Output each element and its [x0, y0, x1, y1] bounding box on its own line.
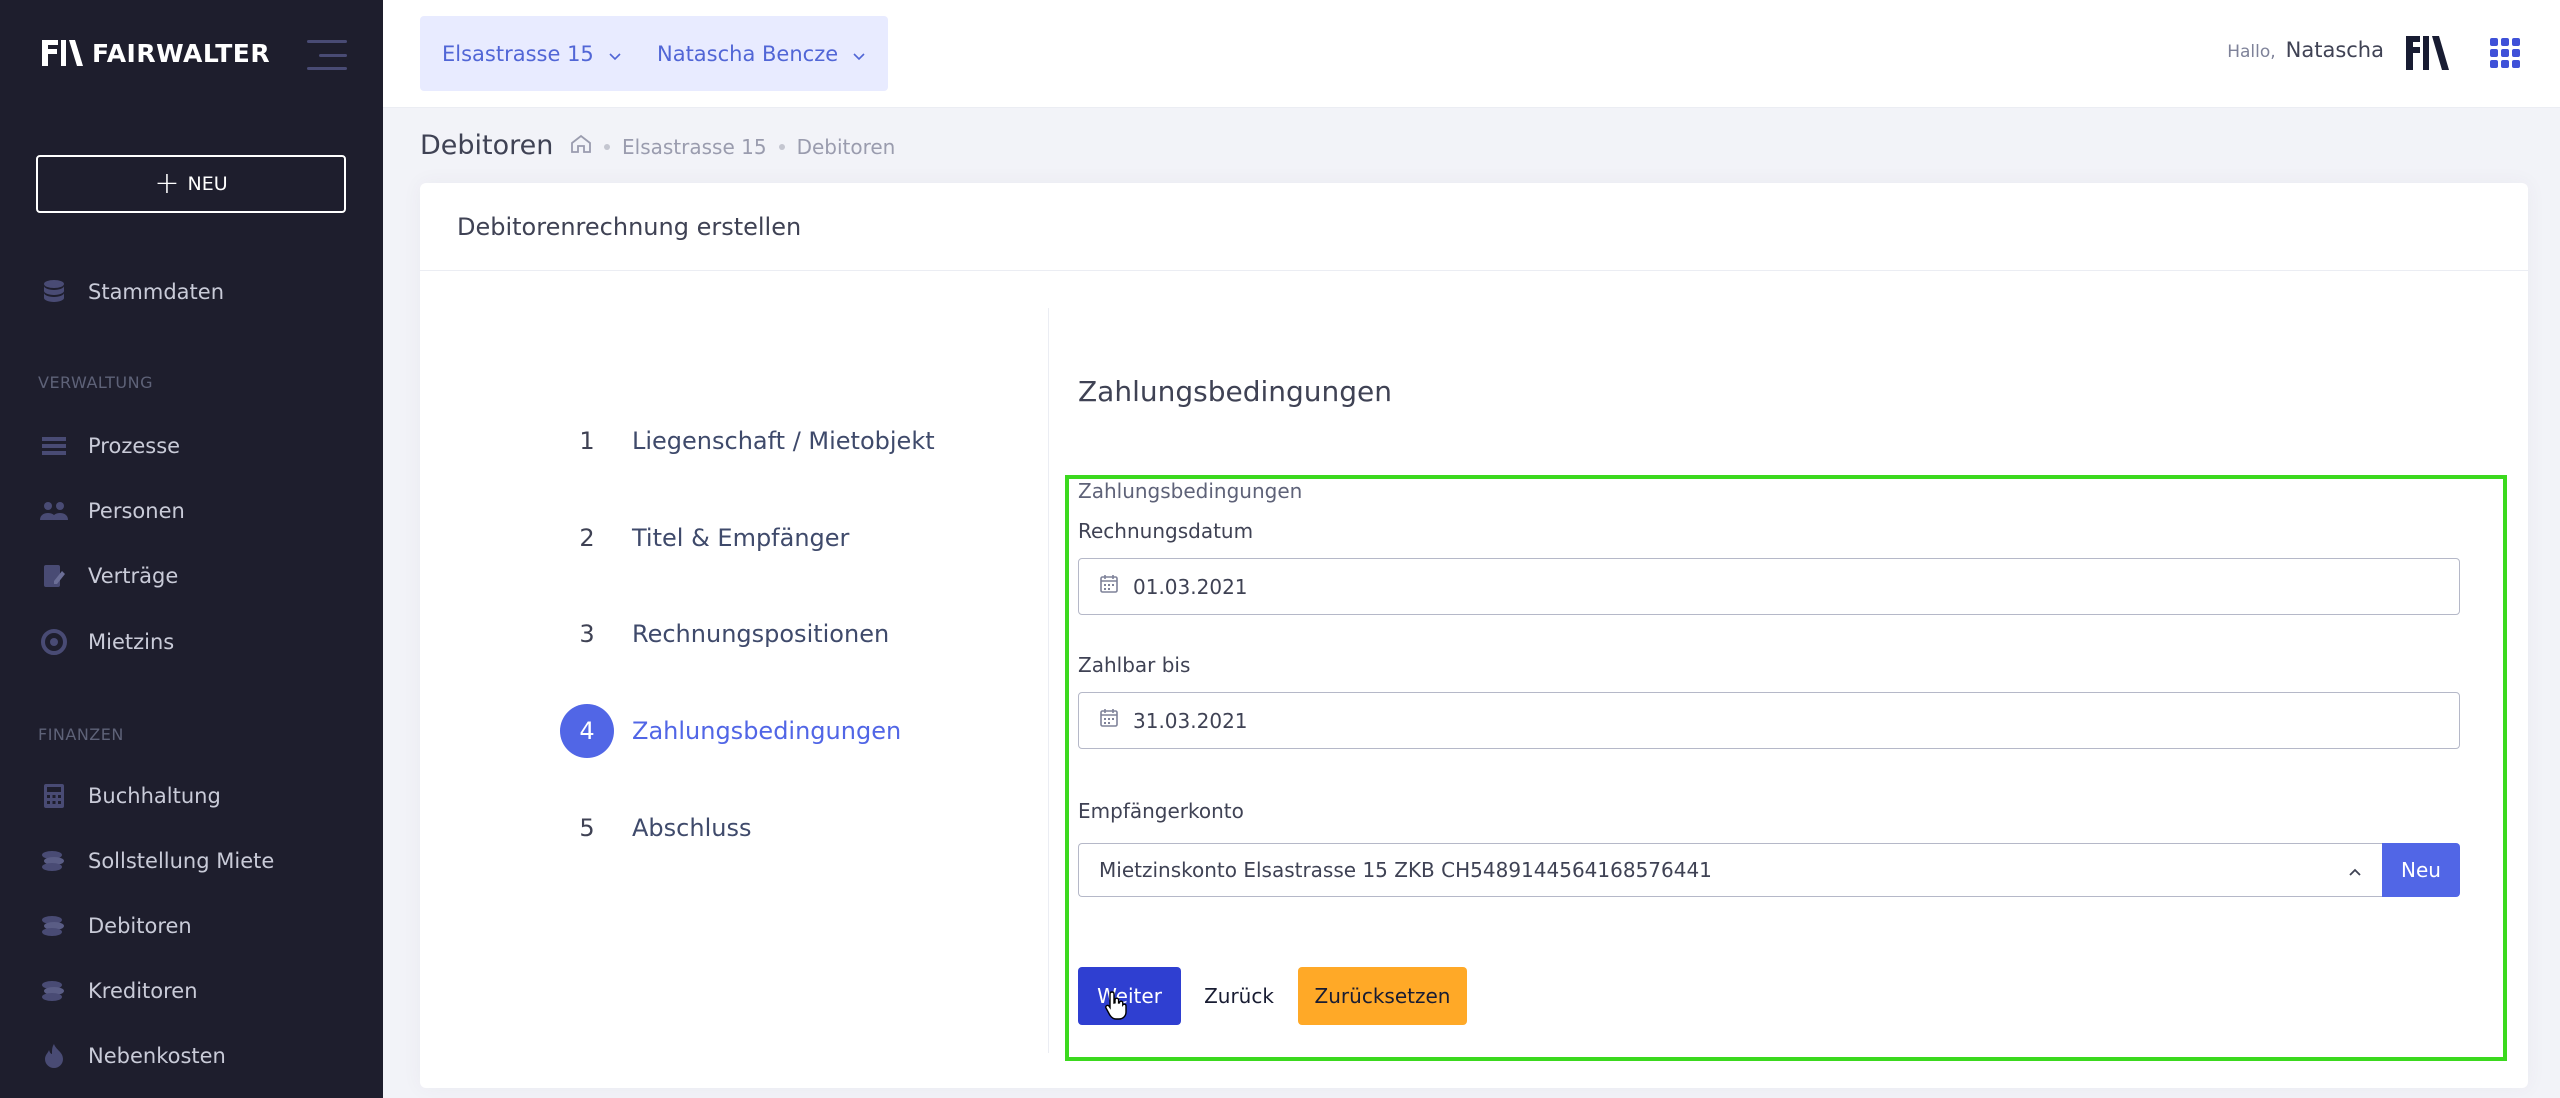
user-select-value: Natascha Bencze	[657, 41, 839, 66]
step-label: Zahlungsbedingungen	[632, 717, 902, 745]
coins-icon	[40, 912, 68, 940]
breadcrumb-separator	[604, 143, 610, 150]
sidebar-item-nebenkosten[interactable]: Nebenkosten	[40, 1042, 226, 1070]
sidebar: FAIRWALTER + NEU Stammdaten VERWALTUNG P…	[0, 0, 383, 1098]
new-button-label: NEU	[187, 173, 228, 195]
people-icon	[40, 497, 68, 525]
hand-cursor-icon	[1104, 990, 1128, 1020]
breadcrumb-item[interactable]: Debitoren	[797, 135, 896, 159]
greeting-text: Hallo,	[2227, 42, 2276, 62]
step-label: Rechnungspositionen	[632, 620, 890, 648]
sidebar-item-label: Buchhaltung	[88, 784, 221, 808]
sidebar-item-buchhaltung[interactable]: Buchhaltung	[40, 782, 221, 810]
sidebar-item-label: Prozesse	[88, 434, 181, 458]
breadcrumb-item[interactable]: Elsastrasse 15	[622, 135, 767, 159]
brand-logo[interactable]: FAIRWALTER	[40, 38, 270, 68]
sidebar-item-mietzins[interactable]: Mietzins	[40, 628, 174, 656]
step-number: 3	[579, 620, 595, 648]
sidebar-item-label: Personen	[88, 499, 185, 523]
step-number: 5	[579, 814, 595, 842]
coins-icon	[40, 977, 68, 1005]
breadcrumb: Elsastrasse 15 Debitoren	[570, 134, 895, 159]
topbar: Elsastrasse 15 Natascha Bencze Hallo, Na…	[383, 0, 2560, 108]
coins-icon	[40, 847, 68, 875]
brand-name: FAIRWALTER	[92, 38, 271, 68]
database-icon	[40, 278, 68, 306]
user-greeting[interactable]: Hallo, Natascha	[2227, 38, 2384, 62]
step-2[interactable]: 2 Titel & Empfänger	[560, 511, 849, 565]
step-5[interactable]: 5 Abschluss	[560, 801, 751, 855]
menu-toggle-icon[interactable]	[307, 40, 347, 70]
plus-icon: +	[154, 166, 180, 201]
step-4-active[interactable]: 4 Zahlungsbedingungen	[560, 704, 901, 758]
step-number: 2	[579, 524, 595, 552]
property-select-value: Elsastrasse 15	[442, 41, 594, 66]
sidebar-item-label: Stammdaten	[88, 280, 225, 304]
sidebar-item-vertraege[interactable]: Verträge	[40, 562, 178, 590]
section-verwaltung: VERWALTUNG	[38, 373, 153, 392]
card-title: Debitorenrechnung erstellen	[420, 183, 2528, 271]
steps-divider	[1048, 308, 1049, 1053]
section-title: Zahlungsbedingungen	[1078, 375, 1393, 408]
step-label: Liegenschaft / Mietobjekt	[632, 427, 935, 455]
user-name: Natascha	[2285, 38, 2384, 62]
rent-icon	[40, 628, 68, 656]
sidebar-item-personen[interactable]: Personen	[40, 497, 185, 525]
process-icon	[40, 432, 68, 460]
property-select[interactable]: Elsastrasse 15	[420, 16, 644, 91]
fairwalter-logo-icon	[40, 38, 84, 68]
step-label: Titel & Empfänger	[632, 524, 850, 552]
sidebar-item-label: Kreditoren	[88, 979, 198, 1003]
chevron-down-icon	[852, 42, 866, 66]
home-icon[interactable]	[570, 134, 592, 159]
step-number: 4	[560, 704, 614, 758]
highlight-frame	[1065, 475, 2507, 1061]
step-label: Abschluss	[632, 814, 752, 842]
step-1[interactable]: 1 Liegenschaft / Mietobjekt	[560, 414, 935, 468]
contract-icon	[40, 562, 68, 590]
sidebar-item-kreditoren[interactable]: Kreditoren	[40, 977, 198, 1005]
sidebar-item-label: Debitoren	[88, 914, 192, 938]
sidebar-item-label: Nebenkosten	[88, 1044, 226, 1068]
breadcrumb-separator	[778, 143, 785, 150]
apps-grid-icon[interactable]	[2490, 38, 2520, 68]
sidebar-item-debitoren[interactable]: Debitoren	[40, 912, 192, 940]
sidebar-item-label: Verträge	[88, 564, 179, 588]
sidebar-item-stammdaten[interactable]: Stammdaten	[40, 278, 224, 306]
user-avatar-logo-icon[interactable]	[2404, 30, 2450, 76]
sidebar-item-prozesse[interactable]: Prozesse	[40, 432, 180, 460]
chevron-down-icon	[608, 42, 622, 66]
new-button[interactable]: + NEU	[36, 155, 346, 213]
sidebar-item-label: Sollstellung Miete	[88, 849, 275, 873]
step-3[interactable]: 3 Rechnungspositionen	[560, 607, 889, 661]
section-finanzen: FINANZEN	[38, 725, 124, 744]
user-select[interactable]: Natascha Bencze	[635, 16, 889, 91]
step-number: 1	[579, 427, 595, 455]
page-title: Debitoren	[420, 130, 554, 161]
sidebar-item-sollstellung-miete[interactable]: Sollstellung Miete	[40, 847, 274, 875]
flame-icon	[40, 1042, 68, 1070]
calculator-icon	[40, 782, 68, 810]
sidebar-item-label: Mietzins	[88, 630, 175, 654]
